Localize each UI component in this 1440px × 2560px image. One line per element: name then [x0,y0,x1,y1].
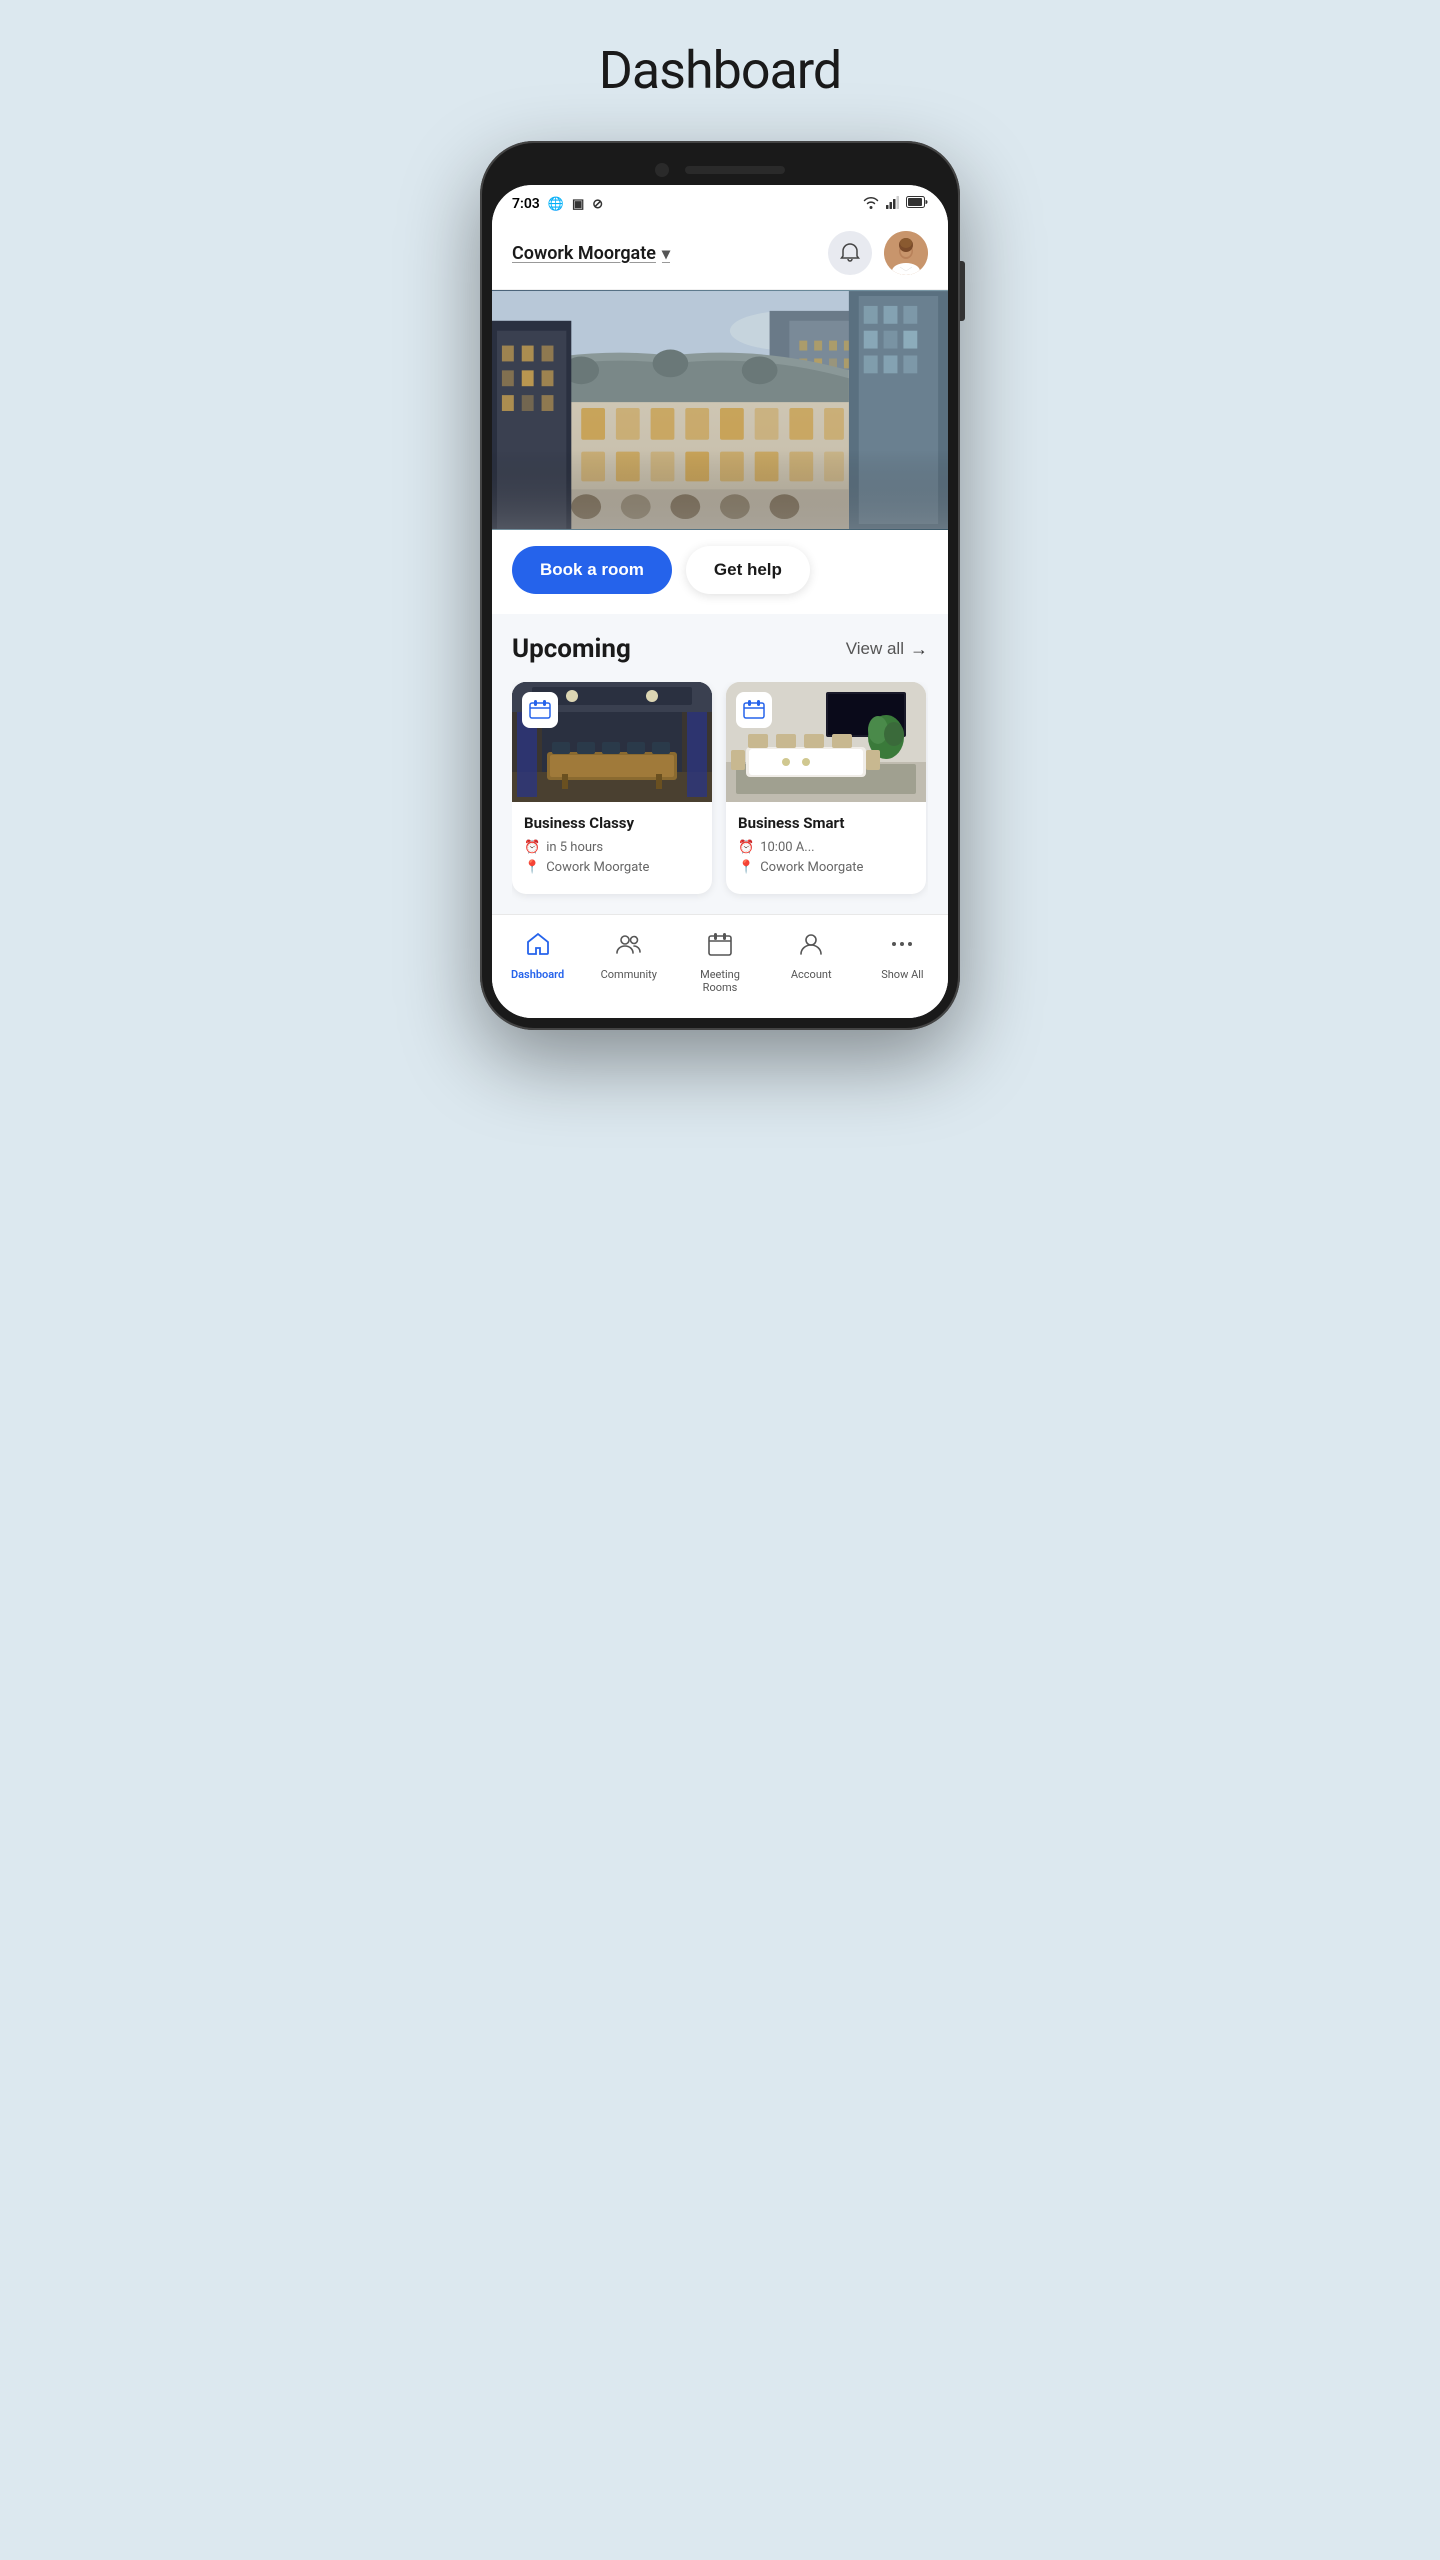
location-name: Cowork Moorgate [512,243,656,264]
rooms-list: Business Classy ⏰ in 5 hours 📍 Cowork Mo… [512,682,928,904]
upcoming-section: Upcoming View all → [492,614,948,914]
room-name-1: Business Classy [524,814,700,832]
nav-item-dashboard[interactable]: Dashboard [492,927,583,998]
pin-icon-2: 📍 [738,860,754,875]
book-room-button[interactable]: Book a room [512,546,672,594]
account-icon [798,931,824,963]
location-selector[interactable]: Cowork Moorgate ▾ [512,243,670,264]
time-display: 7:03 [512,196,540,212]
room-name-2: Business Smart [738,814,914,832]
wifi-icon [862,195,880,213]
room-card-1[interactable]: Business Classy ⏰ in 5 hours 📍 Cowork Mo… [512,682,712,894]
room-image-2 [726,682,926,802]
room-info-1: Business Classy ⏰ in 5 hours 📍 Cowork Mo… [512,802,712,894]
action-buttons: Book a room Get help [492,530,948,614]
nav-item-account[interactable]: Account [766,927,857,998]
upcoming-title: Upcoming [512,634,631,664]
phone-screen: 7:03 🌐 ▣ ⊘ [492,185,948,1018]
calendar-icon [707,931,733,963]
room-location-label-1: Cowork Moorgate [546,860,649,875]
page-title: Dashboard [599,40,842,101]
home-icon [525,931,551,963]
arrow-right-icon: → [910,639,928,660]
room-time-1: ⏰ in 5 hours [524,840,700,855]
nav-item-community[interactable]: Community [583,927,674,998]
nav-item-meeting-rooms[interactable]: Meeting Rooms [674,927,765,998]
room-info-2: Business Smart ⏰ 10:00 A... 📍 Cowork Moo… [726,802,926,894]
room-location-2: 📍 Cowork Moorgate [738,860,914,875]
room-type-badge-1 [522,692,558,728]
nav-label-show-all: Show All [881,968,923,981]
phone-frame: 7:03 🌐 ▣ ⊘ [480,141,960,1030]
hero-image [492,290,948,530]
status-left: 7:03 🌐 ▣ ⊘ [512,196,603,212]
sim-icon: ▣ [572,197,584,212]
nav-label-account: Account [791,968,832,981]
community-icon [616,931,642,963]
more-icon [889,931,915,963]
get-help-button[interactable]: Get help [686,546,810,594]
chevron-down-icon: ▾ [662,244,670,263]
signal-icon [886,195,900,213]
nav-right-buttons [828,231,928,275]
room-location-1: 📍 Cowork Moorgate [524,860,700,875]
pin-icon-1: 📍 [524,860,540,875]
room-card-2[interactable]: Business Smart ⏰ 10:00 A... 📍 Cowork Moo… [726,682,926,894]
notifications-button[interactable] [828,231,872,275]
bottom-nav: Dashboard Community [492,914,948,1018]
clock-icon-2: ⏰ [738,840,754,855]
clock-icon-1: ⏰ [524,840,540,855]
room-image-1 [512,682,712,802]
top-nav: Cowork Moorgate ▾ [492,219,948,290]
room-time-label-1: in 5 hours [546,840,603,855]
status-right [862,195,928,213]
view-all-button[interactable]: View all → [846,639,928,660]
room-time-label-2: 10:00 A... [760,840,814,855]
nav-label-community: Community [601,968,657,981]
room-time-2: ⏰ 10:00 A... [738,840,914,855]
globe-icon: 🌐 [548,197,564,212]
phone-top-bar [492,153,948,185]
view-all-label: View all [846,639,904,659]
no-disturb-icon: ⊘ [592,197,603,212]
upcoming-header: Upcoming View all → [512,634,928,664]
nav-label-meeting-rooms: Meeting Rooms [700,968,740,994]
camera-dot [655,163,669,177]
speaker-bar [685,166,785,174]
battery-icon [906,196,928,212]
room-type-badge-2 [736,692,772,728]
nav-item-show-all[interactable]: Show All [857,927,948,998]
room-location-label-2: Cowork Moorgate [760,860,863,875]
status-bar: 7:03 🌐 ▣ ⊘ [492,185,948,219]
user-avatar[interactable] [884,231,928,275]
nav-label-dashboard: Dashboard [511,968,564,981]
